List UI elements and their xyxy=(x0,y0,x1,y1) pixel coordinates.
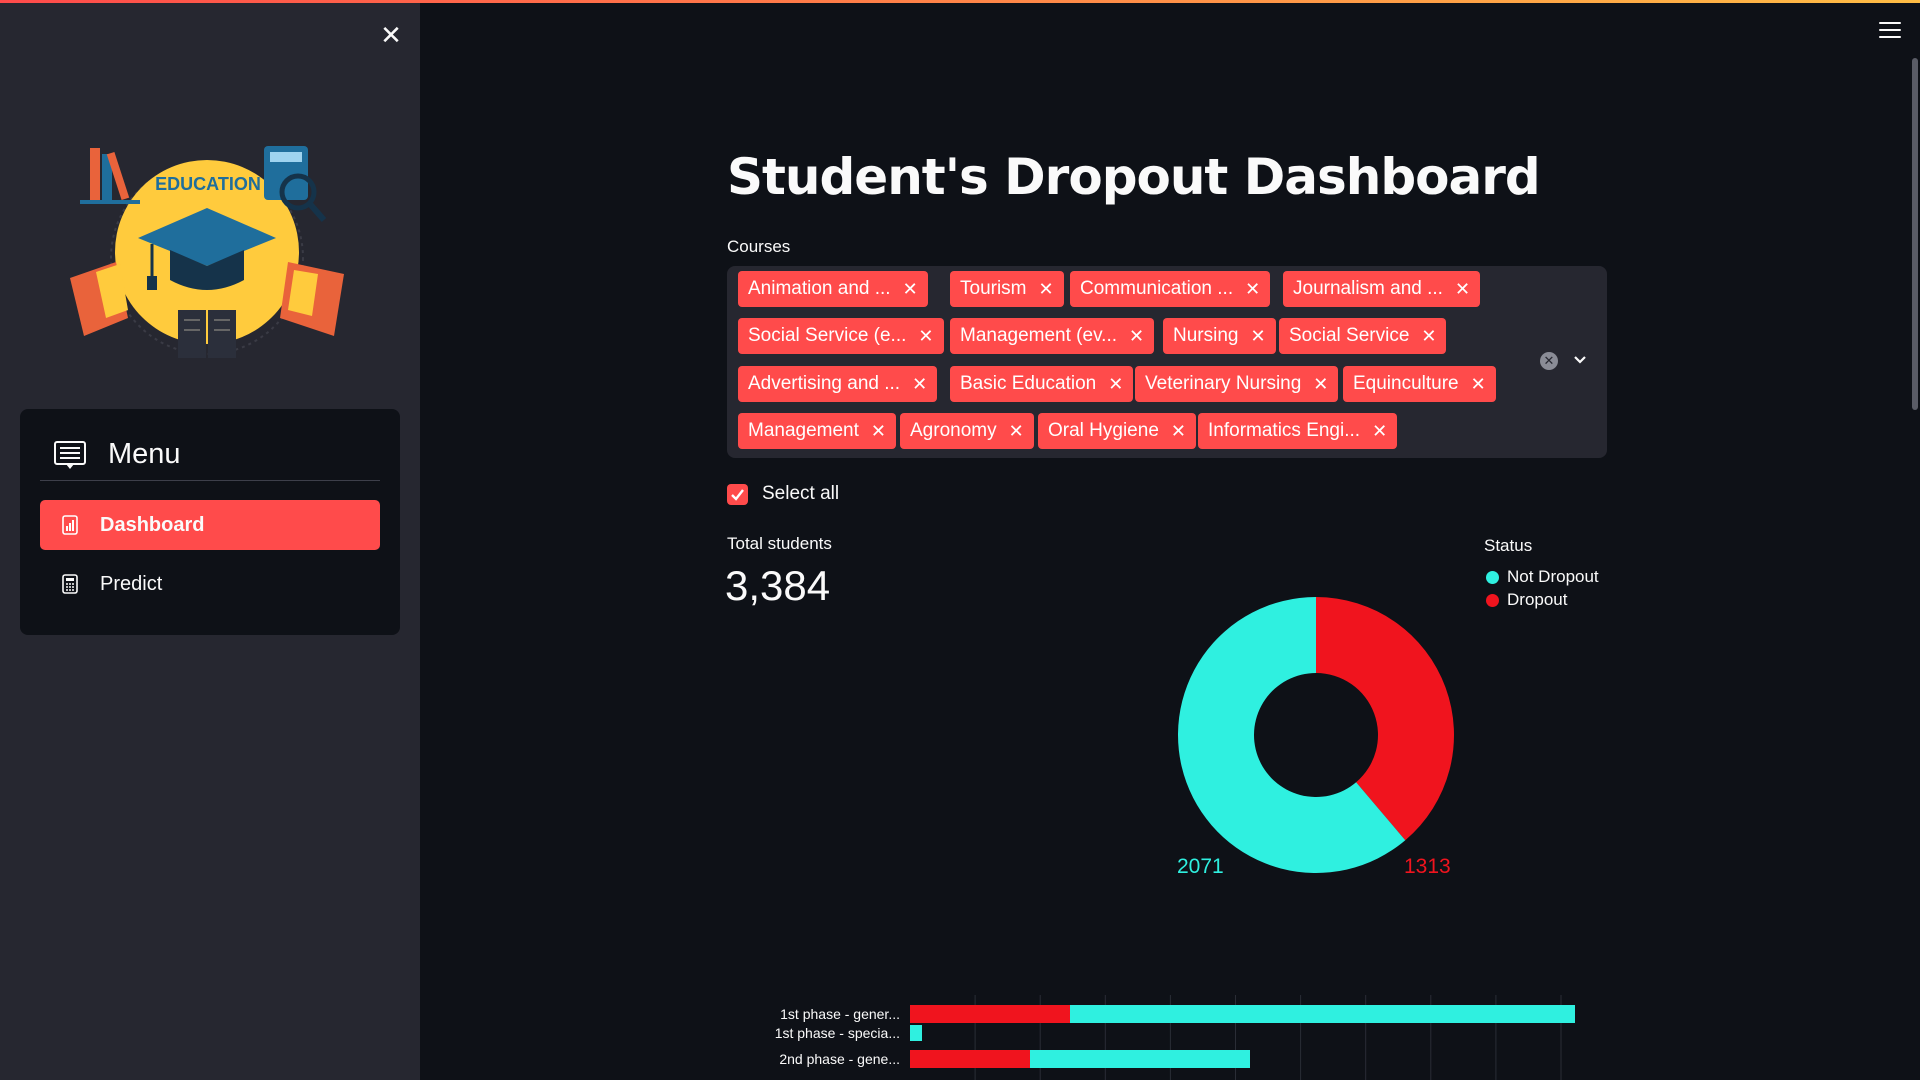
course-tag-label: Communication ... xyxy=(1080,278,1234,299)
course-tag[interactable]: Tourism ✕ xyxy=(950,271,1064,307)
metric-label: Total students xyxy=(727,534,832,553)
course-tag-label: Social Service xyxy=(1289,325,1410,346)
course-tag[interactable]: Communication ... ✕ xyxy=(1070,271,1271,307)
remove-tag-icon[interactable]: ✕ xyxy=(1245,279,1260,300)
course-tag-label: Equinculture xyxy=(1353,373,1459,394)
course-tag-label: Veterinary Nursing xyxy=(1145,373,1302,394)
courses-label: Courses xyxy=(727,237,791,256)
dropout-value-label: 1313 xyxy=(1404,855,1451,878)
menu-header: Menu xyxy=(40,429,380,481)
phase-bar-chart: 1st phase - gener... 1st phase - specia..… xyxy=(775,995,1575,1080)
clear-all-icon[interactable]: ✕ xyxy=(1540,352,1558,370)
education-logo: EDUCATION xyxy=(70,146,344,358)
remove-tag-icon[interactable]: ✕ xyxy=(1129,326,1144,347)
sidebar: ✕ EDUCATION Menu Dashboard Predict xyxy=(0,0,420,1080)
select-all-label: Select all xyxy=(762,483,840,504)
bar-not-dropout[interactable] xyxy=(1030,1050,1250,1068)
course-tag-label: Advertising and ... xyxy=(748,373,901,394)
menu-title: Menu xyxy=(108,438,181,470)
course-tag[interactable]: Advertising and ... ✕ xyxy=(738,366,938,402)
remove-tag-icon[interactable]: ✕ xyxy=(912,374,927,395)
select-all-checkbox[interactable]: Select all xyxy=(727,483,839,505)
legend-label: Dropout xyxy=(1507,590,1568,609)
legend-item-not-dropout[interactable]: Not Dropout xyxy=(1486,567,1599,587)
legend-item-dropout[interactable]: Dropout xyxy=(1486,590,1567,610)
course-tag-label: Social Service (e... xyxy=(748,325,907,346)
legend-label: Not Dropout xyxy=(1507,567,1599,586)
course-tag-label: Nursing xyxy=(1173,325,1239,346)
scrollbar[interactable] xyxy=(1912,58,1918,410)
y-tick-label: 2nd phase - gene... xyxy=(779,1051,900,1067)
course-tag-label: Management xyxy=(748,420,859,441)
bar-not-dropout[interactable] xyxy=(910,1025,922,1041)
course-tag[interactable]: Equinculture ✕ xyxy=(1343,366,1496,402)
remove-tag-icon[interactable]: ✕ xyxy=(1372,421,1387,442)
course-tag-label: Informatics Engi... xyxy=(1208,420,1361,441)
remove-tag-icon[interactable]: ✕ xyxy=(1250,326,1265,347)
menu-item-label: Dashboard xyxy=(100,513,205,536)
course-tag[interactable]: Oral Hygiene ✕ xyxy=(1038,413,1196,449)
menu-item-dashboard[interactable]: Dashboard xyxy=(40,500,380,550)
legend-dot xyxy=(1486,593,1499,607)
course-tag[interactable]: Basic Education ✕ xyxy=(950,366,1134,402)
remove-tag-icon[interactable]: ✕ xyxy=(1471,374,1486,395)
course-tag[interactable]: Agronomy ✕ xyxy=(900,413,1034,449)
course-tag[interactable]: Social Service ✕ xyxy=(1279,318,1447,354)
dashboard-chart-icon xyxy=(62,515,78,535)
calculator-icon xyxy=(62,574,78,594)
bar-dropout[interactable] xyxy=(910,1005,1070,1023)
menu-card: Menu Dashboard Predict xyxy=(20,409,400,635)
menu-list-icon xyxy=(54,440,86,469)
course-tag[interactable]: Journalism and ... ✕ xyxy=(1283,271,1481,307)
menu-item-label: Predict xyxy=(100,572,163,595)
course-tag-label: Animation and ... xyxy=(748,278,891,299)
course-tag[interactable]: Management ✕ xyxy=(738,413,896,449)
course-tag-label: Basic Education xyxy=(960,373,1097,394)
remove-tag-icon[interactable]: ✕ xyxy=(871,421,886,442)
courses-multiselect[interactable]: Animation and ... ✕ Tourism ✕ Communicatio… xyxy=(727,266,1607,458)
logo-text: EDUCATION xyxy=(155,174,261,194)
page-title: Student's Dropout Dashboard xyxy=(727,148,1541,206)
remove-tag-icon[interactable]: ✕ xyxy=(1171,421,1186,442)
menu-item-predict[interactable]: Predict xyxy=(40,559,380,609)
remove-tag-icon[interactable]: ✕ xyxy=(1009,421,1024,442)
course-tag[interactable]: Management (ev... ✕ xyxy=(950,318,1155,354)
legend-title: Status xyxy=(1484,536,1533,555)
course-tag-label: Agronomy xyxy=(910,420,997,441)
chevron-down-icon[interactable] xyxy=(1571,351,1589,369)
close-sidebar-icon[interactable]: ✕ xyxy=(378,22,404,48)
remove-tag-icon[interactable]: ✕ xyxy=(1108,374,1123,395)
course-tag-label: Tourism xyxy=(960,278,1027,299)
course-tag-label: Oral Hygiene xyxy=(1048,420,1159,441)
bar-dropout[interactable] xyxy=(910,1050,1030,1068)
course-tag[interactable]: Informatics Engi... ✕ xyxy=(1198,413,1398,449)
not-dropout-value-label: 2071 xyxy=(1177,855,1224,878)
remove-tag-icon[interactable]: ✕ xyxy=(1039,279,1054,300)
course-tag[interactable]: Animation and ... ✕ xyxy=(738,271,928,307)
remove-tag-icon[interactable]: ✕ xyxy=(1455,279,1470,300)
bar-not-dropout[interactable] xyxy=(1070,1005,1575,1023)
course-tag-label: Management (ev... xyxy=(960,325,1118,346)
course-tag[interactable]: Social Service (e... ✕ xyxy=(738,318,944,354)
remove-tag-icon[interactable]: ✕ xyxy=(903,279,918,300)
y-tick-label: 1st phase - specia... xyxy=(775,1025,900,1041)
remove-tag-icon[interactable]: ✕ xyxy=(1313,374,1328,395)
metric-value: 3,384 xyxy=(725,562,831,609)
hamburger-menu-icon[interactable] xyxy=(1879,22,1901,40)
remove-tag-icon[interactable]: ✕ xyxy=(918,326,933,347)
y-tick-label: 1st phase - gener... xyxy=(780,1006,900,1022)
checkbox-checked-icon[interactable] xyxy=(727,483,748,505)
course-tag[interactable]: Veterinary Nursing ✕ xyxy=(1135,366,1339,402)
remove-tag-icon[interactable]: ✕ xyxy=(1421,326,1436,347)
legend-dot xyxy=(1486,570,1499,584)
course-tag-label: Journalism and ... xyxy=(1293,278,1443,299)
top-decoration-bar xyxy=(0,0,1920,3)
dropout-donut-chart xyxy=(1178,597,1454,873)
course-tag[interactable]: Nursing ✕ xyxy=(1163,318,1276,354)
